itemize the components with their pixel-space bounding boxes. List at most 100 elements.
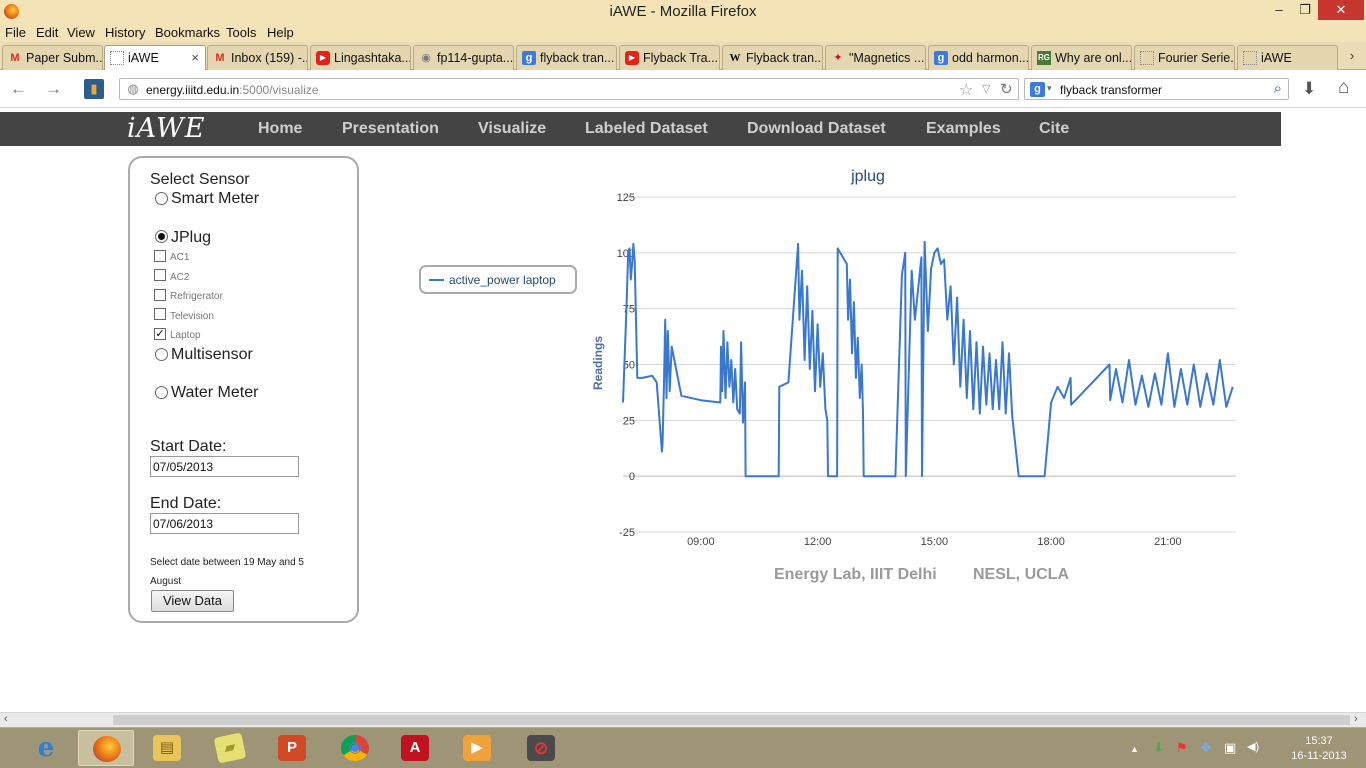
download-icon[interactable]: ⬇	[1302, 79, 1316, 99]
ac2-checkbox[interactable]	[154, 269, 166, 281]
url-bar[interactable]: ◍ energy.iiitd.edu.in:5000/visualize ☆ ▽…	[119, 78, 1019, 100]
blank-page-icon	[1140, 51, 1154, 65]
start-date-input[interactable]: 07/05/2013	[150, 456, 299, 477]
search-icon[interactable]: ⌕	[1274, 80, 1282, 97]
maximize-button[interactable]: ❐	[1292, 0, 1318, 20]
ac2-label: AC2	[170, 272, 190, 283]
tab-iawe[interactable]: iAWE	[1237, 45, 1338, 70]
network-icon[interactable]: ▣	[1224, 740, 1236, 756]
forward-arrow-icon[interactable]: →	[45, 79, 62, 99]
taskbar-sticky-notes[interactable]: ▰	[202, 730, 258, 766]
television-checkbox[interactable]	[154, 308, 166, 320]
system-clock[interactable]: 15:37 16-11-2013	[1283, 734, 1355, 764]
water-meter-label[interactable]: Water Meter	[171, 384, 258, 402]
jplug-radio[interactable]	[155, 230, 168, 243]
bookmark-star-icon[interactable]: ☆	[959, 80, 973, 100]
taskbar-app[interactable]: ⊘	[513, 730, 569, 766]
tab-flyback-search[interactable]: g flyback tran...	[516, 45, 617, 70]
start-date-label: Start Date:	[150, 438, 227, 455]
tab-flyback-wikipedia[interactable]: W Flyback tran...	[722, 45, 823, 70]
action-center-icon[interactable]: ⚑	[1176, 740, 1188, 756]
volume-icon[interactable]: ◀)	[1247, 740, 1259, 753]
scroll-left-icon[interactable]: ‹	[4, 713, 8, 725]
nav-presentation[interactable]: Presentation	[342, 120, 439, 138]
url-text[interactable]: energy.iiitd.edu.in:5000/visualize	[146, 83, 319, 97]
search-input[interactable]: flyback transformer	[1060, 83, 1162, 97]
taskbar-adobe-reader[interactable]: A	[387, 730, 443, 766]
taskbar-media-player[interactable]: ▶	[449, 730, 505, 766]
credit-energy-lab[interactable]: Energy Lab, IIIT Delhi	[774, 566, 937, 584]
taskbar-chrome[interactable]: ◉	[327, 730, 383, 766]
clock-time: 15:37	[1305, 735, 1333, 747]
taskbar-firefox[interactable]	[78, 730, 134, 766]
taskbar-internet-explorer[interactable]: e	[18, 730, 74, 766]
reload-icon[interactable]: ↻	[1000, 80, 1013, 98]
dropbox-icon[interactable]: ❖	[1200, 740, 1212, 756]
researchgate-icon: RG	[1037, 51, 1051, 65]
taskbar-powerpoint[interactable]: P	[264, 730, 320, 766]
tab-paper-submission[interactable]: M Paper Subm...	[2, 45, 103, 70]
menu-view[interactable]: View	[67, 25, 95, 40]
site-logo[interactable]: iAWE	[127, 113, 206, 144]
multisensor-label[interactable]: Multisensor	[171, 346, 253, 364]
tab-odd-harmonics[interactable]: g odd harmon...	[928, 45, 1029, 70]
tab-label: iAWE	[128, 51, 159, 65]
nav-labeled-dataset[interactable]: Labeled Dataset	[585, 120, 708, 138]
menu-history[interactable]: History	[105, 25, 145, 40]
tab-inbox[interactable]: M Inbox (159) -...	[207, 45, 308, 70]
multisensor-radio[interactable]	[155, 348, 168, 361]
tab-flyback-video[interactable]: ▶ Flyback Tra...	[619, 45, 720, 70]
close-tab-icon[interactable]: ×	[191, 50, 199, 65]
refrigerator-label: Refrigerator	[170, 291, 223, 302]
series-line-active-power-laptop[interactable]	[622, 240, 1234, 478]
tab-fourier-series[interactable]: Fourier Serie...	[1134, 45, 1235, 70]
menu-bookmarks[interactable]: Bookmarks	[155, 25, 220, 40]
jplug-label[interactable]: JPlug	[171, 229, 211, 247]
sticky-notes-icon: ▰	[213, 732, 247, 764]
url-dropdown-icon[interactable]: ▽	[982, 82, 990, 95]
view-data-button[interactable]: View Data	[151, 590, 234, 612]
menu-edit[interactable]: Edit	[36, 25, 58, 40]
ac1-checkbox[interactable]	[154, 250, 166, 262]
adobe-reader-icon: A	[401, 735, 429, 761]
nav-examples[interactable]: Examples	[926, 120, 1001, 138]
water-meter-radio[interactable]	[155, 386, 168, 399]
scrollbar-thumb[interactable]	[113, 715, 1350, 725]
tab-researchgate[interactable]: RG Why are onl...	[1031, 45, 1132, 70]
home-icon[interactable]: ⌂	[1338, 77, 1349, 99]
google-icon: g	[522, 51, 536, 65]
credit-nesl-ucla[interactable]: NESL, UCLA	[973, 566, 1069, 584]
tab-scroll-right-icon[interactable]: ›	[1342, 48, 1362, 63]
tab-magnetics[interactable]: ✦ "Magnetics ...	[825, 45, 926, 70]
smart-meter-radio[interactable]	[155, 192, 168, 205]
chart-legend[interactable]: active_power laptop	[419, 265, 577, 294]
google-search-engine-icon[interactable]: g	[1030, 82, 1045, 97]
back-arrow-icon[interactable]: ←	[10, 79, 27, 99]
menu-help[interactable]: Help	[267, 25, 294, 40]
x-tick-label: 18:00	[1037, 536, 1065, 548]
utorrent-icon[interactable]: ⬇	[1153, 740, 1164, 756]
scroll-right-icon[interactable]: ›	[1354, 713, 1358, 725]
nav-cite[interactable]: Cite	[1039, 120, 1069, 138]
horizontal-scrollbar[interactable]: ‹ ›	[0, 712, 1366, 727]
search-bar[interactable]: g ▾ flyback transformer ⌕	[1024, 78, 1289, 100]
end-date-input[interactable]: 07/06/2013	[150, 513, 299, 534]
laptop-checkbox[interactable]: ✓	[154, 328, 166, 340]
tab-iawe-active[interactable]: iAWE ×	[104, 45, 206, 71]
nav-home[interactable]: Home	[258, 120, 302, 138]
close-window-button[interactable]: ✕	[1318, 0, 1364, 20]
menu-tools[interactable]: Tools	[226, 25, 256, 40]
minimize-button[interactable]: ‒	[1266, 0, 1292, 20]
nav-download-dataset[interactable]: Download Dataset	[747, 120, 886, 138]
tab-fp114[interactable]: ◉ fp114-gupta...	[413, 45, 514, 70]
search-engine-dropdown-icon[interactable]: ▾	[1047, 83, 1052, 94]
taskbar-file-explorer[interactable]: ▤	[139, 730, 195, 766]
menu-file[interactable]: File	[5, 25, 26, 40]
firefox-icon	[93, 736, 121, 762]
smart-meter-label[interactable]: Smart Meter	[171, 190, 259, 208]
show-hidden-icons-icon[interactable]: ▲	[1130, 744, 1139, 754]
nav-visualize[interactable]: Visualize	[478, 120, 546, 138]
site-bar-chart-icon[interactable]: ▮	[84, 79, 104, 99]
tab-lingashtakam[interactable]: ▶ Lingashtaka...	[310, 45, 411, 70]
refrigerator-checkbox[interactable]	[154, 289, 166, 301]
